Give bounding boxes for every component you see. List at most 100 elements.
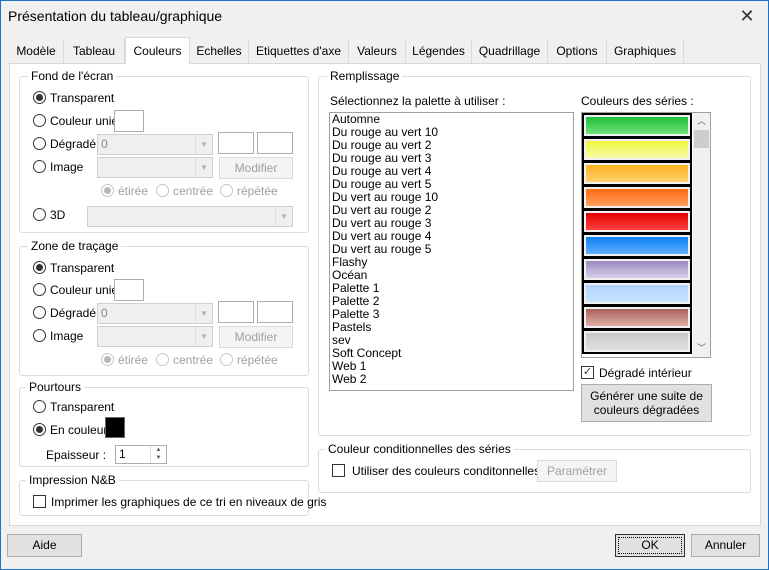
- zone-image-select[interactable]: ▼: [97, 326, 213, 347]
- scroll-up-icon[interactable]: ︿: [693, 113, 710, 130]
- zone-degrade-select[interactable]: 0 ▼: [97, 303, 213, 324]
- tab-tableau[interactable]: Tableau: [64, 39, 125, 64]
- fond-couleur-unie-label: Couleur unie: [50, 114, 119, 128]
- pourtours-transparent-label: Transparent: [50, 400, 115, 414]
- zone-transparent-radio[interactable]: [33, 261, 46, 274]
- series-color-swatch: [586, 309, 688, 326]
- tab-graphiques[interactable]: Graphiques: [607, 39, 684, 64]
- scroll-thumb[interactable]: [694, 130, 709, 148]
- fond-couleur-unie-radio[interactable]: [33, 114, 46, 127]
- zone-couleur-unie-label: Couleur unie: [50, 283, 119, 297]
- palette-item[interactable]: Web 1: [330, 360, 573, 373]
- fond-modifier-button[interactable]: Modifier: [219, 157, 293, 179]
- series-color-row[interactable]: [582, 233, 692, 258]
- fond-image-select[interactable]: ▼: [97, 157, 213, 178]
- zone-degrade-value: 0: [101, 306, 108, 320]
- series-color-swatch: [586, 237, 688, 254]
- fond-degrade-radio[interactable]: [33, 137, 46, 150]
- series-color-row[interactable]: [582, 281, 692, 306]
- tab-etiquettes-axe[interactable]: Etiquettes d'axe: [249, 39, 349, 64]
- aide-button[interactable]: Aide: [7, 534, 82, 557]
- tab-quadrillage[interactable]: Quadrillage: [472, 39, 548, 64]
- fond-image-label: Image: [50, 160, 84, 174]
- group-legend: Pourtours: [26, 380, 85, 394]
- spin-down-icon[interactable]: ▼: [151, 454, 166, 462]
- zone-degrade-color2[interactable]: [257, 301, 293, 323]
- series-color-row[interactable]: [582, 161, 692, 186]
- zone-couleur-unie-radio[interactable]: [33, 283, 46, 296]
- palette-listbox[interactable]: Automne Du rouge au vert 10 Du rouge au ve…: [329, 112, 574, 391]
- series-color-row[interactable]: [582, 137, 692, 162]
- degrade-interieur-label: Dégradé intérieur: [599, 366, 692, 380]
- close-icon[interactable]: ✕: [736, 5, 758, 27]
- fond-degrade-color2[interactable]: [257, 132, 293, 154]
- couleurs-conditionnelles-label: Utiliser des couleurs conditonnelles: [352, 464, 541, 478]
- palette-item[interactable]: Web 2: [330, 373, 573, 386]
- tab-legendes[interactable]: Légendes: [406, 39, 472, 64]
- fond-3d-label: 3D: [50, 208, 66, 222]
- series-color-swatch: [586, 261, 688, 278]
- generer-degrade-button[interactable]: Générer une suite de couleurs dégradées: [581, 384, 712, 422]
- series-color-row[interactable]: [582, 113, 692, 138]
- tab-modele[interactable]: Modèle: [9, 39, 64, 64]
- fond-degrade-color1[interactable]: [218, 132, 254, 154]
- chevron-down-icon: ▼: [195, 304, 212, 323]
- fond-image-radio[interactable]: [33, 160, 46, 173]
- group-legend: Couleur conditionnelles des séries: [325, 442, 514, 456]
- zone-etiree-label: étirée: [118, 353, 149, 367]
- series-color-row[interactable]: [582, 209, 692, 234]
- title-bar: Présentation du tableau/graphique ✕: [1, 1, 768, 32]
- pourtours-transparent-radio[interactable]: [33, 400, 46, 413]
- tab-valeurs[interactable]: Valeurs: [349, 39, 406, 64]
- pourtours-color-swatch[interactable]: [105, 417, 125, 438]
- series-colors-list[interactable]: ︿ ﹀: [581, 112, 711, 358]
- fond-degrade-value: 0: [101, 137, 108, 151]
- zone-etiree-radio[interactable]: [101, 353, 114, 366]
- palette-item[interactable]: Soft Concept: [330, 347, 573, 360]
- fond-etiree-radio[interactable]: [101, 184, 114, 197]
- parametrer-button[interactable]: Paramétrer: [537, 460, 617, 482]
- palette-item[interactable]: Pastels: [330, 321, 573, 334]
- scroll-down-icon[interactable]: ﹀: [693, 340, 710, 357]
- pourtours-en-couleur-radio[interactable]: [33, 423, 46, 436]
- spin-up-icon[interactable]: ▲: [151, 446, 166, 454]
- tab-options[interactable]: Options: [548, 39, 607, 64]
- zone-image-radio[interactable]: [33, 329, 46, 342]
- zone-repetee-radio[interactable]: [220, 353, 233, 366]
- fond-repetee-radio[interactable]: [220, 184, 233, 197]
- group-legend: Impression N&B: [26, 473, 119, 487]
- series-color-swatch: [586, 213, 688, 230]
- fond-degrade-label: Dégradé: [50, 137, 97, 151]
- couleurs-conditionnelles-checkbox[interactable]: [332, 464, 345, 477]
- zone-transparent-label: Transparent: [50, 261, 115, 275]
- series-color-row[interactable]: [582, 305, 692, 330]
- impression-gris-checkbox[interactable]: [33, 495, 46, 508]
- zone-degrade-color1[interactable]: [218, 301, 254, 323]
- fond-3d-select[interactable]: ▼: [87, 206, 293, 227]
- degrade-interieur-checkbox[interactable]: ✓: [581, 366, 594, 379]
- fond-couleur-unie-swatch[interactable]: [114, 110, 144, 132]
- series-color-row[interactable]: [582, 257, 692, 282]
- epaisseur-label: Epaisseur :: [46, 448, 107, 462]
- series-color-row[interactable]: [582, 329, 692, 354]
- zone-couleur-unie-swatch[interactable]: [114, 279, 144, 301]
- series-color-swatch: [586, 141, 688, 158]
- tab-echelles[interactable]: Echelles: [190, 39, 249, 64]
- fond-etiree-label: étirée: [118, 184, 149, 198]
- window-title: Présentation du tableau/graphique: [8, 8, 223, 24]
- series-scrollbar[interactable]: ︿ ﹀: [693, 113, 710, 357]
- fond-repetee-label: répétée: [237, 184, 278, 198]
- epaisseur-spinner[interactable]: 1 ▲ ▼: [115, 445, 167, 464]
- fond-transparent-radio[interactable]: [33, 91, 46, 104]
- ok-button[interactable]: OK: [615, 534, 685, 557]
- annuler-button[interactable]: Annuler: [691, 534, 760, 557]
- tab-couleurs[interactable]: Couleurs: [125, 37, 190, 64]
- zone-centree-radio[interactable]: [156, 353, 169, 366]
- fond-degrade-select[interactable]: 0 ▼: [97, 134, 213, 155]
- series-color-row[interactable]: [582, 185, 692, 210]
- zone-modifier-button[interactable]: Modifier: [219, 326, 293, 348]
- zone-degrade-radio[interactable]: [33, 306, 46, 319]
- fond-centree-radio[interactable]: [156, 184, 169, 197]
- series-color-swatch: [586, 165, 688, 182]
- fond-3d-radio[interactable]: [33, 208, 46, 221]
